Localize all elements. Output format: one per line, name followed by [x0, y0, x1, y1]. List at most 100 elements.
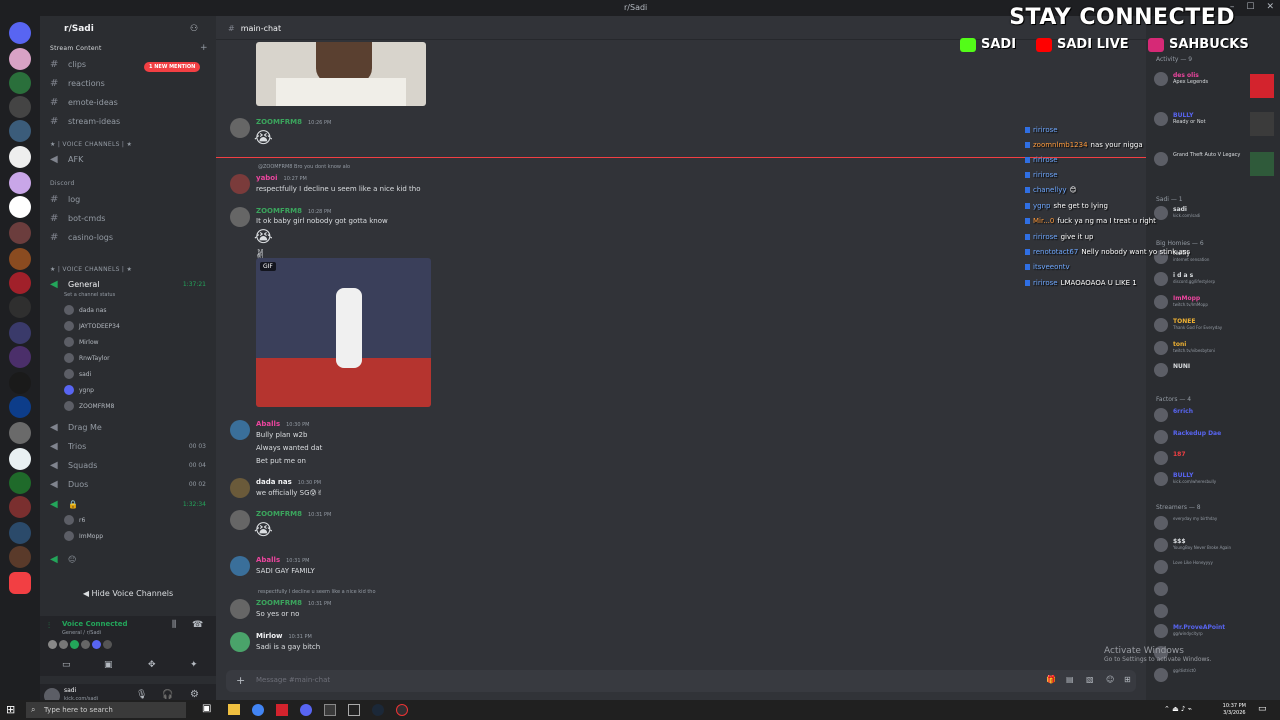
member-item[interactable]: Mr.ProveAPoint gg/windycityrp [1154, 624, 1225, 638]
server-icon[interactable] [9, 422, 31, 444]
voice-user[interactable]: ygnp [64, 385, 94, 395]
member-item[interactable]: 187 [1154, 451, 1186, 465]
category-voice-channels[interactable]: ★ | VOICE CHANNELS | ★ [50, 141, 132, 148]
member-item[interactable]: i d a s discord.gg/lifestylerp [1154, 272, 1215, 286]
attach-plus-icon[interactable]: + [236, 674, 245, 687]
member-item[interactable]: toni twitch.tv/vibesbytoni [1154, 341, 1215, 355]
channel-bot-cmds[interactable]: # bot-cmds [50, 210, 105, 226]
voice-channel-emoji[interactable]: ◀ 😐 [50, 551, 76, 567]
image-attachment[interactable] [256, 42, 426, 106]
discord-icon[interactable] [300, 704, 312, 716]
message-author[interactable]: Aballs 10:30 PM [256, 420, 309, 428]
server-icon[interactable] [9, 296, 31, 318]
message-author[interactable]: dada nas 10:30 PM [256, 478, 321, 486]
channel-stream-ideas[interactable]: # stream-ideas [50, 113, 120, 129]
member-item[interactable]: TONEE Thank God For Everyday [1154, 318, 1222, 332]
avatar[interactable] [230, 118, 250, 138]
voice-channel-general[interactable]: ◀ General [50, 276, 100, 292]
hide-voice-channels-button[interactable]: ◀ Hide Voice Channels [40, 589, 216, 598]
member-item[interactable]: des olis Apex Legends [1154, 72, 1208, 86]
avatar[interactable] [230, 556, 250, 576]
server-icon[interactable] [9, 322, 31, 344]
server-icon[interactable] [9, 196, 31, 218]
settings-gear-icon[interactable]: ⚙ [190, 689, 199, 700]
voice-channel-duos[interactable]: ◀ Duos [50, 476, 88, 492]
message-author[interactable]: Aballs 10:31 PM [256, 556, 309, 564]
server-icon[interactable] [9, 546, 31, 568]
add-channel-icon[interactable]: + [200, 43, 208, 53]
member-item[interactable]: $$$ YoungBoy Never Broke Again [1154, 538, 1231, 552]
sticker-icon[interactable]: ▧ [1086, 675, 1094, 684]
message-author[interactable]: Mirlow 10:31 PM [256, 632, 312, 640]
message-author[interactable]: ZOOMFRM8 10:31 PM [256, 510, 331, 518]
member-item[interactable]: BULLY Ready or Not [1154, 112, 1206, 126]
server-icon[interactable] [9, 522, 31, 544]
avatar[interactable] [230, 207, 250, 227]
server-icon[interactable] [9, 346, 31, 368]
gift-icon[interactable]: 🎁 [1046, 675, 1056, 684]
channel-log[interactable]: # log [50, 191, 80, 207]
server-icon[interactable] [9, 372, 31, 394]
gif-attachment[interactable]: GIF [256, 258, 431, 407]
member-item[interactable]: BULLY kick.com/wheresbully [1154, 472, 1216, 486]
voice-user[interactable]: ImMopp [64, 531, 103, 541]
member-item[interactable]: gg/district0 [1154, 668, 1196, 682]
server-icon[interactable] [9, 222, 31, 244]
channel-afk[interactable]: ◀ AFK [50, 151, 83, 167]
category-discord[interactable]: Discord [50, 180, 75, 187]
voice-user[interactable]: Mirlow [64, 337, 99, 347]
voice-connected-label[interactable]: Voice Connected [62, 620, 128, 628]
activities-icon[interactable]: ✥ [148, 660, 156, 670]
member-item[interactable]: sadi kick.com/sadi [1154, 206, 1200, 220]
mic-icon[interactable]: 🎙 [136, 690, 147, 700]
add-friend-icon[interactable]: ⚇ [190, 24, 198, 34]
voice-user[interactable]: RnwTaylor [64, 353, 110, 363]
screen-share-icon[interactable]: ▣ [104, 660, 113, 670]
obs-icon[interactable] [396, 704, 408, 716]
app-icon[interactable] [348, 704, 360, 716]
voice-user[interactable]: dada nas [64, 305, 106, 315]
file-explorer-icon[interactable] [228, 704, 240, 715]
server-icon[interactable] [9, 146, 31, 168]
taskbar-clock[interactable]: 10:37 PM 3/3/2026 [1223, 703, 1246, 717]
task-view-icon[interactable]: ▣ [202, 703, 211, 714]
server-icon[interactable] [9, 172, 31, 194]
app-icon[interactable] [324, 704, 336, 716]
server-icon[interactable] [9, 96, 31, 118]
member-item[interactable]: Grand Theft Auto V Legacy [1154, 152, 1240, 166]
avatar[interactable] [230, 632, 250, 652]
disconnect-icon[interactable]: ☎ [192, 620, 203, 630]
soundboard-icon[interactable]: ✦ [190, 660, 198, 670]
message-author[interactable]: ZOOMFRM8 10:26 PM [256, 118, 331, 126]
voice-channel-locked[interactable]: ◀ 🔒 [50, 496, 78, 512]
reply-preview[interactable]: respectfully I decline u seem like a nic… [258, 589, 376, 595]
voice-user[interactable]: sadi [64, 369, 91, 379]
server-icon[interactable] [9, 496, 31, 518]
member-item[interactable]: 6rrich [1154, 408, 1193, 422]
camera-icon[interactable]: ▭ [62, 660, 71, 670]
tray-icons[interactable]: ⌃ ⏏ ♪ ⌁ [1164, 705, 1192, 713]
mention-badge[interactable]: 1 NEW MENTION [144, 62, 201, 72]
server-icon[interactable] [9, 272, 31, 294]
member-item[interactable]: everyday my birthday [1154, 516, 1217, 530]
avatar[interactable] [230, 478, 250, 498]
message-author[interactable]: ZOOMFRM8 10:28 PM [256, 207, 331, 215]
member-item[interactable] [1154, 604, 1173, 618]
message-author[interactable]: ZOOMFRM8 10:31 PM [256, 599, 331, 607]
avatar[interactable] [230, 420, 250, 440]
member-item[interactable]: NUNI [1154, 363, 1190, 377]
gif-picker-icon[interactable]: ▤ [1066, 675, 1074, 684]
apps-icon[interactable]: ⊞ [1124, 675, 1131, 684]
steam-icon[interactable] [372, 704, 384, 716]
member-item[interactable]: Rackedup Dae [1154, 430, 1221, 444]
server-icon[interactable] [9, 396, 31, 418]
server-icon[interactable] [9, 120, 31, 142]
taskbar-search[interactable]: ⌕ Type here to search [26, 702, 186, 718]
channel-status[interactable]: Set a channel status [64, 292, 115, 298]
voice-channel-drag-me[interactable]: ◀ Drag Me [50, 419, 102, 435]
member-item[interactable] [1154, 582, 1173, 596]
channel-clips[interactable]: # clips [50, 56, 86, 72]
home-server-icon[interactable] [9, 22, 31, 44]
voice-user[interactable]: r6 [64, 515, 85, 525]
voice-user[interactable]: JAYTODEEP34 [64, 321, 120, 331]
